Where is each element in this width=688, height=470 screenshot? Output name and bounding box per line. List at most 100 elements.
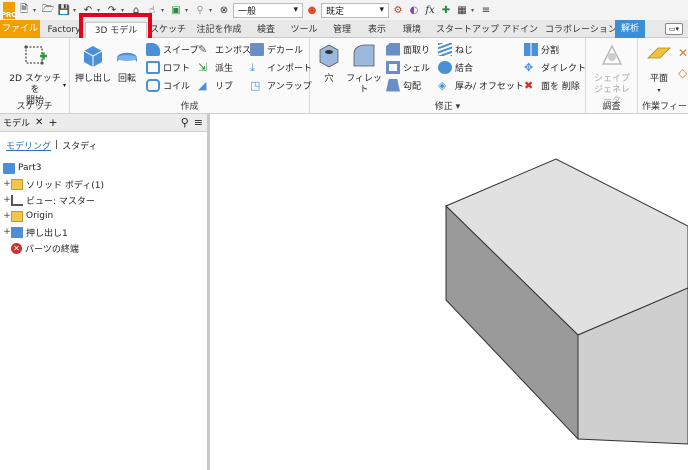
- save-icon[interactable]: 💾: [57, 3, 71, 17]
- customize-icon[interactable]: ≡: [479, 3, 493, 17]
- derive-button[interactable]: ⇲ 派生: [198, 59, 233, 75]
- direct-edit-button[interactable]: ✥ ダイレクト: [524, 59, 586, 75]
- start-2d-sketch-button[interactable]: 2D スケッチを 開始: [6, 42, 64, 107]
- plane-button[interactable]: 平面 ▾: [642, 42, 676, 96]
- hole-label: 穴: [324, 74, 334, 84]
- tab-file[interactable]: ファイル: [0, 20, 40, 38]
- new-file-icon[interactable]: 🗎: [17, 3, 31, 17]
- ribbon-options-icon[interactable]: ▭▾: [665, 23, 683, 35]
- thicken-icon: ◈: [438, 78, 447, 92]
- select-dropdown[interactable]: ▾: [161, 7, 167, 14]
- fx-icon[interactable]: fx: [423, 3, 437, 17]
- modify-group-label[interactable]: 修正 ▾: [310, 99, 585, 112]
- view-icon: [11, 194, 23, 206]
- combine-button[interactable]: 結合: [438, 59, 473, 75]
- unwrap-button[interactable]: ◳ アンラップ: [250, 77, 312, 93]
- derive-icon: ⇲: [198, 60, 208, 74]
- material-combo[interactable]: 既定 ▾: [321, 2, 389, 18]
- thread-button[interactable]: ねじ: [438, 41, 473, 57]
- expand-icon[interactable]: +: [3, 211, 11, 221]
- work-axis-icon[interactable]: ✕: [678, 46, 688, 60]
- tree-node-end-of-part[interactable]: ✕ パーツの終端: [0, 240, 207, 256]
- shape-generator-button[interactable]: シェイプ ジェネレータ: [590, 42, 634, 107]
- delete-face-button[interactable]: ✖ 面を 削除: [524, 77, 580, 93]
- expand-icon[interactable]: +: [3, 227, 11, 237]
- chamfer-label: 面取り: [403, 45, 431, 56]
- fillet-icon: [353, 44, 375, 67]
- tab-environments[interactable]: 環境: [400, 22, 424, 38]
- design-doctor-icon[interactable]: ⚲: [193, 3, 207, 17]
- parameter-icon[interactable]: ⚙: [391, 3, 405, 17]
- expand-icon[interactable]: +: [3, 179, 11, 189]
- update-icon[interactable]: ▣: [169, 3, 183, 17]
- grid-dropdown[interactable]: ▾: [471, 7, 477, 14]
- tab-tools[interactable]: ツール: [290, 22, 318, 38]
- sweep-button[interactable]: スイープ: [146, 41, 198, 57]
- graphics-viewport[interactable]: [210, 114, 688, 470]
- tab-inspect[interactable]: 検査: [254, 22, 278, 38]
- rib-label: リブ: [215, 81, 234, 92]
- material-combo-value: 既定: [326, 6, 345, 17]
- no-entry-icon[interactable]: ⊗: [217, 3, 231, 17]
- tab-manage[interactable]: 管理: [330, 22, 354, 38]
- sketch-group: 2D スケッチを 開始 ▾ スケッチ: [0, 38, 70, 114]
- browser-mode-bar: モデリング | スタディ: [0, 136, 207, 154]
- chamfer-button[interactable]: 面取り: [386, 41, 430, 57]
- thread-icon: [438, 42, 452, 56]
- thicken-offset-button[interactable]: ◈ 厚み/ オフセット: [438, 77, 524, 93]
- unwrap-icon: ◳: [250, 78, 261, 92]
- tab-factory[interactable]: Factory: [47, 22, 81, 38]
- work-point-icon[interactable]: ◇: [678, 66, 687, 80]
- shape-generator-label-1: シェイプ: [593, 74, 630, 84]
- appearance-icon[interactable]: ◐: [407, 3, 421, 17]
- loft-button[interactable]: ロフト: [146, 59, 190, 75]
- split-button[interactable]: 分割: [524, 41, 559, 57]
- doctor-dropdown[interactable]: ▾: [209, 7, 215, 14]
- start-sketch-label-1: 2D スケッチを: [9, 74, 61, 95]
- tree-node-solid-bodies[interactable]: + ソリッド ボディ(1): [0, 176, 207, 192]
- import-button[interactable]: ⤓ インポート: [250, 59, 312, 75]
- plus-icon[interactable]: ✚: [439, 3, 453, 17]
- coil-button[interactable]: コイル: [146, 77, 190, 93]
- browser-tab-model[interactable]: モデル: [3, 116, 30, 129]
- create-group-label: 作成: [180, 102, 199, 112]
- expand-icon[interactable]: +: [3, 195, 11, 205]
- tab-annotate[interactable]: 注記を作成: [194, 22, 244, 38]
- tree-node-origin[interactable]: + Origin: [0, 208, 207, 224]
- tree-node-part[interactable]: Part3: [0, 160, 207, 176]
- revolve-button[interactable]: 回転: [112, 42, 142, 85]
- grid-icon[interactable]: ▦: [455, 3, 469, 17]
- decal-button[interactable]: デカール: [250, 41, 303, 57]
- open-folder-icon[interactable]: 🗁: [41, 3, 55, 17]
- rib-button[interactable]: ◢ リブ: [198, 77, 233, 93]
- menu-icon[interactable]: ≡: [194, 116, 207, 129]
- model-box-3d: [445, 158, 688, 445]
- style-combo[interactable]: 一般 ▾: [233, 2, 303, 18]
- tree-node-view-master[interactable]: + ビュー: マスター: [0, 192, 207, 208]
- color-wheel-icon[interactable]: ●: [305, 3, 319, 17]
- tab-sketch[interactable]: スケッチ: [150, 22, 186, 38]
- hole-button[interactable]: 穴: [314, 42, 344, 85]
- shell-button[interactable]: シェル: [386, 59, 430, 75]
- update-dropdown[interactable]: ▾: [185, 7, 191, 14]
- part-icon: [3, 162, 15, 174]
- draft-button[interactable]: 勾配: [386, 77, 421, 93]
- tab-get-started[interactable]: スタートアップ: [436, 22, 499, 38]
- modeling-link[interactable]: モデリング: [6, 139, 51, 152]
- emboss-button[interactable]: ✎ エンボス: [198, 41, 251, 57]
- chevron-down-icon[interactable]: ▾: [63, 82, 66, 89]
- end-of-part-icon: ✕: [11, 242, 22, 254]
- add-tab-icon[interactable]: +: [48, 116, 57, 129]
- close-icon[interactable]: ✕: [35, 117, 43, 128]
- tree-node-extrusion[interactable]: + 押し出し1: [0, 224, 207, 240]
- tab-view[interactable]: 表示: [365, 22, 389, 38]
- extrude-button[interactable]: 押し出し: [74, 42, 112, 85]
- search-icon[interactable]: ⚲: [181, 116, 189, 129]
- tab-add-ins[interactable]: アドイン: [502, 22, 538, 38]
- tab-collaborate[interactable]: コラボレーション: [545, 22, 617, 38]
- tab-analysis[interactable]: 解析: [615, 20, 645, 38]
- fillet-button[interactable]: フィレット: [346, 42, 382, 96]
- combine-icon: [438, 60, 452, 74]
- new-dropdown[interactable]: ▾: [33, 7, 39, 14]
- study-link[interactable]: スタディ: [62, 139, 97, 152]
